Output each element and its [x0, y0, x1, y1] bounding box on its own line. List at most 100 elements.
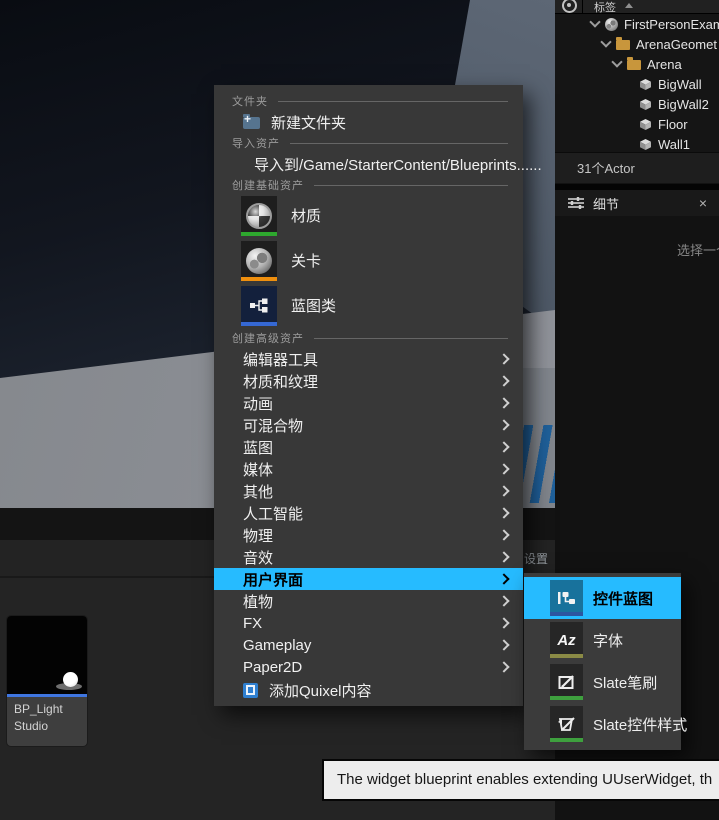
menu-item-label: Paper2D: [243, 659, 500, 676]
visibility-eye-icon[interactable]: [562, 0, 577, 13]
menu-item-blueprint-class[interactable]: 蓝图类: [214, 283, 523, 328]
asset-name: BP_Light Studio: [7, 697, 87, 735]
outliner-row-actor[interactable]: Floor: [555, 114, 719, 134]
blueprint-class-icon: [249, 297, 269, 314]
chevron-down-icon[interactable]: [589, 16, 600, 27]
menu-item-label: 植物: [243, 591, 500, 612]
close-icon[interactable]: ×: [699, 190, 707, 216]
menu-item-material[interactable]: 材质: [214, 193, 523, 238]
menu-item-gameplay[interactable]: Gameplay: [214, 634, 523, 656]
slate-style-icon-tile: [550, 706, 583, 742]
slate-brush-icon: [558, 674, 576, 690]
material-color-bar: [241, 232, 277, 236]
menu-item-label: 媒体: [243, 459, 500, 480]
menu-item-animation[interactable]: 动画: [214, 392, 523, 414]
menu-item-label: 材质和纹理: [243, 371, 500, 392]
submenu-arrow-icon: [498, 573, 509, 584]
menu-item-label: 可混合物: [243, 415, 500, 436]
menu-item-new-folder[interactable]: 新建文件夹: [214, 109, 523, 135]
menu-item-materials-textures[interactable]: 材质和纹理: [214, 370, 523, 392]
menu-item-blendables[interactable]: 可混合物: [214, 414, 523, 436]
settings-button[interactable]: 设置: [524, 550, 548, 567]
menu-item-label: 用户界面: [243, 569, 500, 590]
widget-blueprint-icon: [557, 590, 577, 606]
outliner-row-actor[interactable]: BigWall: [555, 74, 719, 94]
submenu-arrow-icon: [498, 529, 509, 540]
outliner-row-world[interactable]: FirstPersonExam: [555, 14, 719, 34]
folder-icon: [627, 60, 641, 70]
submenu-item-font[interactable]: Az 字体: [524, 619, 681, 661]
details-panel-header[interactable]: 细节 ×: [555, 190, 719, 216]
material-sphere-icon: [246, 203, 272, 229]
submenu-item-label: 字体: [593, 630, 623, 651]
blueprint-icon-tile: [241, 286, 277, 326]
menu-item-label: 导入到/Game/StarterContent/Blueprints......: [254, 154, 542, 175]
row-label: BigWall2: [658, 97, 709, 112]
menu-item-label: 编辑器工具: [243, 349, 500, 370]
chevron-down-icon[interactable]: [600, 36, 611, 47]
submenu-arrow-icon: [498, 617, 509, 628]
static-mesh-cube-icon: [639, 118, 652, 131]
widget-blueprint-icon-tile: [550, 580, 583, 616]
slate-brush-icon-tile: [550, 664, 583, 700]
section-header-import: 导入资产: [214, 135, 523, 151]
section-header-folder: 文件夹: [214, 93, 523, 109]
section-label: 创建高级资产: [232, 330, 304, 346]
outliner-row-folder[interactable]: ArenaGeomet: [555, 34, 719, 54]
menu-item-paper2d[interactable]: Paper2D: [214, 656, 523, 678]
slate-widget-style-icon: [557, 716, 577, 733]
menu-item-fx[interactable]: FX: [214, 612, 523, 634]
user-interface-submenu: 控件蓝图 Az 字体 Slate笔刷: [524, 573, 681, 750]
details-empty-hint: 选择一个: [677, 240, 719, 259]
details-panel-title: 细节: [593, 194, 619, 213]
chevron-down-icon[interactable]: [611, 56, 622, 67]
quixel-bridge-icon: [243, 683, 258, 698]
outliner-label-column[interactable]: 标签: [594, 0, 616, 15]
sort-ascending-icon[interactable]: [625, 3, 633, 8]
menu-item-ai[interactable]: 人工智能: [214, 502, 523, 524]
menu-item-label: 蓝图: [243, 437, 500, 458]
section-label: 导入资产: [232, 135, 280, 151]
asset-tile-bp-lightstudio[interactable]: BP_Light Studio: [7, 616, 87, 746]
outliner-row-actor[interactable]: BigWall2: [555, 94, 719, 114]
menu-item-level[interactable]: 关卡: [214, 238, 523, 283]
row-label: Arena: [647, 57, 682, 72]
menu-item-media[interactable]: 媒体: [214, 458, 523, 480]
sphere-preview: [63, 672, 78, 687]
submenu-item-widget-blueprint[interactable]: 控件蓝图: [524, 577, 681, 619]
menu-item-label: 材质: [291, 205, 321, 226]
menu-item-misc[interactable]: 其他: [214, 480, 523, 502]
outliner-row-folder[interactable]: Arena: [555, 54, 719, 74]
row-label: Floor: [658, 117, 688, 132]
submenu-arrow-icon: [498, 507, 509, 518]
submenu-item-slate-brush[interactable]: Slate笔刷: [524, 661, 681, 703]
asset-name-line2: Studio: [14, 718, 80, 735]
tooltip: The widget blueprint enables extending U…: [322, 759, 719, 801]
submenu-item-label: 控件蓝图: [593, 588, 653, 609]
section-divider: [314, 185, 508, 186]
font-icon-tile: Az: [550, 622, 583, 658]
slate-style-color-bar: [550, 738, 583, 742]
level-globe-icon: [246, 248, 272, 274]
widget-color-bar: [550, 612, 583, 616]
submenu-item-slate-widget-style[interactable]: Slate控件样式: [524, 703, 681, 745]
menu-item-add-quixel[interactable]: 添加Quixel内容: [214, 678, 523, 702]
menu-item-physics[interactable]: 物理: [214, 524, 523, 546]
menu-item-blueprints[interactable]: 蓝图: [214, 436, 523, 458]
outliner-row-actor[interactable]: Wall1: [555, 134, 719, 154]
menu-item-import[interactable]: 导入到/Game/StarterContent/Blueprints......: [214, 151, 523, 177]
level-icon-tile: [241, 241, 277, 281]
menu-item-sounds[interactable]: 音效: [214, 546, 523, 568]
menu-item-foliage[interactable]: 植物: [214, 590, 523, 612]
menu-item-user-interface[interactable]: 用户界面: [214, 568, 523, 590]
menu-item-label: 人工智能: [243, 503, 500, 524]
new-folder-icon: [243, 117, 260, 129]
menu-item-label: Gameplay: [243, 637, 500, 654]
menu-item-editor-utilities[interactable]: 编辑器工具: [214, 348, 523, 370]
submenu-arrow-icon: [498, 419, 509, 430]
column-divider: [582, 0, 583, 13]
menu-item-label: 音效: [243, 547, 500, 568]
menu-item-label: 添加Quixel内容: [269, 680, 372, 701]
tooltip-text: The widget blueprint enables extending U…: [337, 771, 712, 788]
submenu-arrow-icon: [498, 397, 509, 408]
